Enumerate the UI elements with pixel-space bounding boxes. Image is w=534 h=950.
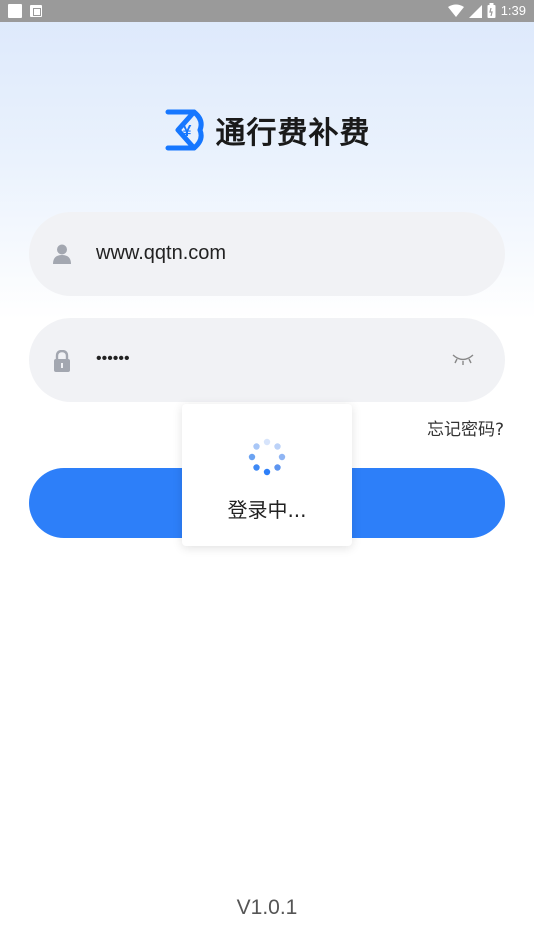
loading-dialog: 登录中...	[182, 404, 352, 546]
forgot-password-link[interactable]: 忘记密码?	[427, 415, 504, 440]
yen-logo-icon: ¥	[165, 109, 204, 151]
square-icon	[8, 4, 22, 18]
loading-text: 登录中...	[227, 498, 307, 522]
status-time: 1:39	[500, 3, 526, 18]
version-label: V1.0.1	[236, 896, 298, 919]
password-value: ••••••	[96, 350, 130, 367]
svg-text:¥: ¥	[182, 123, 191, 140]
eye-closed-icon[interactable]	[451, 352, 475, 366]
status-left-icons	[8, 4, 42, 18]
app-title: 通行费补费	[215, 116, 371, 151]
app-header: ¥ 通行费补费	[0, 108, 534, 152]
spinner-icon	[248, 438, 286, 476]
user-icon	[53, 244, 71, 264]
battery-icon	[487, 3, 496, 18]
notification-a-icon	[30, 5, 42, 17]
signal-icon	[468, 4, 482, 18]
status-right-icons: 1:39	[447, 3, 526, 18]
lock-icon	[54, 350, 70, 372]
wifi-icon	[447, 4, 464, 17]
password-field[interactable]: ••••••	[29, 318, 505, 402]
username-value: www.qqtn.com	[96, 242, 227, 264]
status-bar: 1:39	[0, 0, 534, 22]
username-field[interactable]: www.qqtn.com	[29, 212, 505, 296]
